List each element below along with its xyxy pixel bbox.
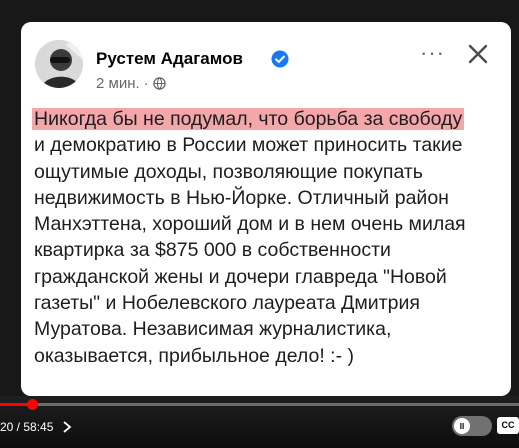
time-display: 20 / 58:45 [0,420,54,434]
post-line-5: Манхэттена, хороший дом и в нем очень ми… [34,213,466,236]
post-time[interactable]: 2 мин. [96,75,140,92]
author-name[interactable]: Рустем Адагамов [96,49,243,69]
post-meta: 2 мин. · [96,75,166,92]
post-text: Никогда бы не подумал, что борьба за сво… [32,106,504,369]
autoplay-toggle[interactable]: II [452,416,492,436]
close-icon[interactable] [466,42,490,66]
verified-badge-icon [271,50,289,68]
video-controls: 20 / 58:45 II CC [0,396,519,448]
progress-bar[interactable] [0,403,519,406]
avatar[interactable] [35,40,83,88]
chevron-right-icon[interactable] [62,421,72,433]
post-line-9: Муратова. Независимая журналистика, [34,318,392,341]
post-line-10: оказывается, прибыльное дело! :- ) [34,344,354,367]
post-line-2: и демократию в России может приносить та… [34,134,463,157]
post-line-6: квартирка за $875 000 в собственности [34,239,391,262]
more-options-icon[interactable]: ··· [420,40,445,66]
post-line-7: гражданской жены и дочери главреда "Ново… [34,265,447,288]
post-line-3: ощутимые доходы, позволяющие покупать [34,160,423,183]
post-line-1: Никогда бы не подумал, что борьба за сво… [32,106,504,132]
globe-icon [152,77,166,90]
toggle-knob: II [454,418,470,434]
meta-separator: · [143,75,149,92]
avatar-image [35,40,83,88]
facebook-post-card: Рустем Адагамов 2 мин. · ··· Никогда бы … [21,22,511,396]
post-line-8: газеты" и Нобелевского лауреата Дмитрия [34,292,420,315]
post-line-4: недвижимость в Нью-Йорке. Отличный район [34,186,449,209]
video-frame: Рустем Адагамов 2 мин. · ··· Никогда бы … [0,0,519,448]
progress-scrubber[interactable] [26,399,38,410]
highlighted-sentence: Никогда бы не подумал, что борьба за сво… [32,108,465,130]
captions-button[interactable]: CC [497,417,519,434]
